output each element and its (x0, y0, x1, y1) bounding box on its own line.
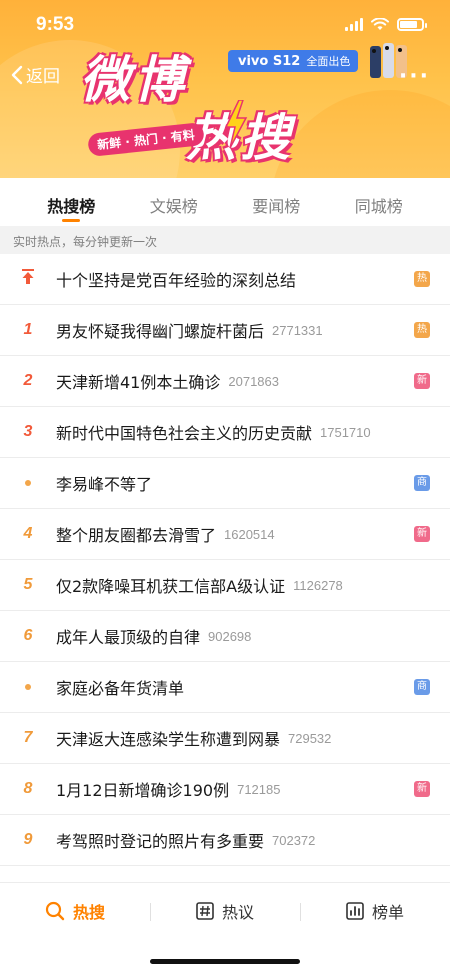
rank-number: 9 (23, 831, 33, 848)
list-item[interactable]: 8 1月12日新增确诊190例 712185 新 (0, 764, 450, 815)
rank-number: 6 (23, 627, 33, 644)
pin-top-icon (22, 269, 34, 284)
item-count: 1126278 (293, 577, 343, 593)
nav-rankings[interactable]: 榜单 (300, 899, 450, 923)
item-title: 十个坚持是党百年经验的深刻总结 (56, 271, 297, 290)
list-item[interactable]: 9 考驾照时登记的照片有多重要 702372 (0, 815, 450, 866)
list-item[interactable]: 十个坚持是党百年经验的深刻总结 热 (0, 254, 450, 305)
ad-brand: vivo S12 (238, 53, 301, 69)
nav-label: 热议 (221, 903, 254, 922)
rank-pin (0, 269, 56, 289)
back-button[interactable]: 返回 (10, 62, 60, 87)
item-title: 仅2款降噪耳机获工信部A级认证 (56, 577, 286, 596)
hash-icon (196, 902, 214, 920)
bottom-nav: 热搜 热议 榜单 (0, 882, 450, 974)
tab-entertainment[interactable]: 文娱榜 (150, 178, 198, 226)
hot-search-list: 十个坚持是党百年经验的深刻总结 热 1 男友怀疑我得幽门螺旋杆菌后 277133… (0, 254, 450, 882)
tab-local[interactable]: 同城榜 (355, 178, 403, 226)
nav-hot-search[interactable]: 热搜 (0, 899, 150, 923)
list-item[interactable]: 李易峰不等了 商 (0, 458, 450, 509)
rank-number: 2 (23, 372, 33, 389)
item-count: 1620514 (224, 526, 275, 542)
list-item[interactable]: 3 新时代中国特色社会主义的历史贡献 1751710 (0, 407, 450, 458)
new-badge: 新 (414, 526, 430, 542)
item-count: 902698 (208, 628, 252, 644)
nav-discussion[interactable]: 热议 (150, 899, 300, 923)
rank-dot-icon (0, 474, 56, 492)
signal-icon (345, 17, 363, 31)
header-banner: 9:53 返回 ··· 微博 热搜 新鲜 · 热门 · 有料 vivo S12 (0, 0, 450, 178)
back-label: 返回 (26, 67, 60, 87)
ad-banner[interactable]: vivo S12 全面出色 (228, 50, 359, 72)
item-title: 考驾照时登记的照片有多重要 (56, 832, 265, 851)
list-item[interactable]: 5 仅2款降噪耳机获工信部A级认证 1126278 (0, 560, 450, 611)
ad-badge: 商 (414, 475, 430, 491)
status-icons (345, 17, 427, 31)
item-title: 天津返大连感染学生称遭到网暴 (56, 730, 281, 749)
logo-line1: 微博 (80, 51, 188, 109)
status-bar: 9:53 (0, 0, 450, 48)
wifi-icon (371, 17, 389, 30)
tab-news[interactable]: 要闻榜 (252, 178, 300, 226)
list-item[interactable]: 6 成年人最顶级的自律 902698 (0, 611, 450, 662)
item-title: 李易峰不等了 (56, 475, 153, 494)
item-title: 成年人最顶级的自律 (56, 628, 201, 647)
search-icon (45, 901, 65, 921)
rank-number: 3 (23, 423, 33, 440)
tab-bar: 热搜榜 文娱榜 要闻榜 同城榜 (0, 178, 450, 226)
new-badge: 新 (414, 373, 430, 389)
item-count: 729532 (288, 730, 332, 746)
chevron-left-icon (11, 65, 23, 84)
item-count: 2071863 (228, 373, 279, 389)
new-badge: 新 (414, 781, 430, 797)
item-count: 702372 (272, 832, 316, 848)
tab-hot-search[interactable]: 热搜榜 (47, 178, 95, 226)
item-title: 家庭必备年货清单 (56, 679, 185, 698)
item-title: 天津新增41例本土确诊 (56, 373, 221, 392)
more-button[interactable]: ··· (399, 64, 430, 89)
list-item[interactable]: 4 整个朋友圈都去滑雪了 1620514 新 (0, 509, 450, 560)
rank-dot-icon (0, 678, 56, 696)
ad-text: 全面出色 (306, 55, 351, 68)
nav-label: 榜单 (371, 903, 404, 922)
item-count: 712185 (237, 781, 281, 797)
list-item[interactable]: 1 男友怀疑我得幽门螺旋杆菌后 2771331 热 (0, 305, 450, 356)
rank-number: 4 (23, 525, 33, 542)
hot-badge: 热 (414, 271, 430, 287)
rank-number: 8 (23, 780, 33, 797)
battery-icon (397, 17, 427, 31)
nav-label: 热搜 (72, 903, 105, 922)
update-notice: 实时热点，每分钟更新一次 (0, 226, 450, 254)
hot-badge: 热 (414, 322, 430, 338)
item-title: 1月12日新增确诊190例 (56, 781, 230, 800)
item-count: 2771331 (272, 322, 323, 338)
list-item[interactable]: 7 天津返大连感染学生称遭到网暴 729532 (0, 713, 450, 764)
list-item[interactable]: 家庭必备年货清单 商 (0, 662, 450, 713)
rank-number: 7 (23, 729, 33, 746)
list-item[interactable]: 2 天津新增41例本土确诊 2071863 新 (0, 356, 450, 407)
home-indicator (150, 959, 300, 964)
chart-icon (346, 902, 364, 920)
ad-badge: 商 (414, 679, 430, 695)
item-count: 1751710 (320, 424, 371, 440)
lightning-icon (224, 100, 248, 148)
status-time: 9:53 (36, 14, 75, 35)
rank-number: 5 (23, 576, 33, 593)
item-title: 男友怀疑我得幽门螺旋杆菌后 (56, 322, 265, 341)
item-title: 新时代中国特色社会主义的历史贡献 (56, 424, 313, 443)
item-title: 整个朋友圈都去滑雪了 (56, 526, 217, 545)
rank-number: 1 (23, 321, 33, 338)
